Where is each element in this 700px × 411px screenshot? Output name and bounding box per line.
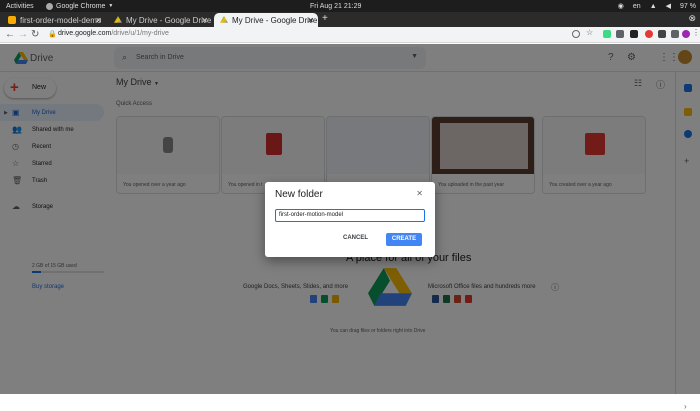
system-top-bar: Activities Google Chrome ▼ Fri Aug 21 21… [0, 0, 700, 12]
new-tab-button[interactable]: + [322, 13, 328, 24]
url-path: /drive/u/1/my-drive [111, 30, 169, 37]
close-tab-icon[interactable]: ✕ [201, 16, 208, 25]
adblock-icon[interactable] [645, 30, 653, 38]
back-icon[interactable]: ← [5, 29, 15, 40]
extension-icon[interactable] [616, 30, 624, 38]
clock[interactable]: Fri Aug 21 21:29 [310, 3, 361, 10]
folder-name-input[interactable]: first-order-motion-model [275, 209, 425, 222]
android-extension-icon[interactable] [603, 30, 611, 38]
puzzle-icon[interactable] [671, 30, 679, 38]
close-tab-icon[interactable]: ✕ [307, 16, 314, 25]
network-icon: ▲ [649, 2, 657, 10]
create-button[interactable]: CREATE [386, 233, 422, 246]
chrome-icon [46, 2, 53, 10]
volume-icon: ◀ [665, 3, 672, 10]
activities-button[interactable]: Activities [6, 3, 34, 10]
close-tab-icon[interactable]: ✕ [95, 16, 102, 25]
url-field[interactable]: drive.google.com/drive/u/1/my-drive [58, 30, 169, 37]
browser-tab-drive-1[interactable]: My Drive - Google Drive ✕ [108, 13, 212, 27]
battery-indicator[interactable]: 97 % [680, 3, 696, 10]
tab-label: My Drive - Google Drive [232, 15, 318, 25]
drive-icon [220, 16, 228, 23]
chevron-down-icon: ▼ [108, 3, 114, 9]
reload-icon[interactable]: ↻ [31, 29, 39, 40]
tray-icon: ◉ [617, 3, 624, 10]
window-close-icon[interactable]: ⊗ [688, 13, 696, 24]
lang-indicator[interactable]: en [633, 3, 641, 10]
extension-icon[interactable] [658, 30, 666, 38]
cancel-button[interactable]: CANCEL [343, 235, 368, 241]
tab-label: My Drive - Google Drive [126, 15, 212, 25]
lock-icon[interactable]: 🔒 [48, 30, 57, 38]
menu-icon[interactable]: ⋮ [692, 28, 700, 37]
system-tray[interactable]: ◉ en ▲ ◀ 97 % [617, 2, 696, 11]
url-host: drive.google.com [58, 30, 112, 37]
colab-icon [8, 16, 16, 24]
chevron-right-icon[interactable]: › [684, 402, 692, 411]
zoom-icon[interactable] [572, 30, 580, 38]
browser-tab-bar: first-order-model-demo ✕ My Drive - Goog… [0, 12, 700, 27]
extension-icon[interactable] [630, 30, 638, 38]
tab-label: first-order-model-demo [20, 15, 102, 25]
new-folder-dialog: New folder ✕ first-order-motion-model CA… [265, 182, 435, 257]
address-bar-row: ← → ↻ 🔒 drive.google.com/drive/u/1/my-dr… [0, 27, 700, 43]
app-name: Google Chrome [56, 2, 106, 10]
browser-tab-first-order-model[interactable]: first-order-model-demo ✕ [2, 13, 106, 27]
forward-icon[interactable]: → [18, 29, 28, 40]
app-menu[interactable]: Google Chrome ▼ [46, 2, 114, 10]
profile-avatar[interactable] [682, 30, 690, 38]
browser-tab-drive-2[interactable]: My Drive - Google Drive ✕ [214, 13, 318, 27]
close-icon[interactable]: ✕ [416, 189, 423, 198]
star-icon[interactable]: ☆ [586, 28, 594, 37]
drive-icon [114, 16, 122, 23]
dialog-title: New folder [275, 189, 323, 200]
